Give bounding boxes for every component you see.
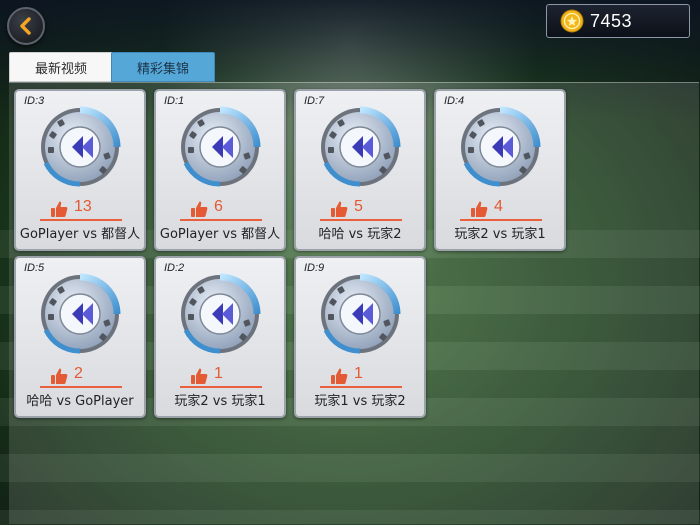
- match-label: 玩家1 vs 玩家2: [314, 394, 406, 409]
- like-count: 1: [354, 365, 363, 382]
- back-button[interactable]: [7, 7, 45, 45]
- like-underline: [180, 219, 262, 221]
- match-label: 玩家2 vs 玩家1: [454, 227, 546, 242]
- film-reel-replay-icon: [461, 106, 541, 187]
- match-label: 玩家2 vs 玩家1: [174, 394, 266, 409]
- like-count: 2: [74, 365, 83, 382]
- like-underline: [320, 386, 402, 388]
- video-card[interactable]: ID:2 1 玩家2 vs 玩家1: [154, 256, 286, 418]
- film-reel-replay-icon: [181, 273, 261, 354]
- like-row: 6: [180, 198, 262, 221]
- match-label: 哈哈 vs 玩家2: [318, 227, 402, 242]
- like-underline: [320, 219, 402, 221]
- like-count: 1: [214, 365, 223, 382]
- video-card[interactable]: ID:4 4 玩家2 vs 玩家1: [434, 89, 566, 251]
- match-label: GoPlayer vs 都督人: [19, 227, 141, 242]
- thumbs-up-icon[interactable]: [330, 200, 348, 218]
- film-reel-replay-icon: [41, 273, 121, 354]
- gold-coin-icon: [560, 9, 584, 33]
- like-underline: [40, 386, 122, 388]
- video-card[interactable]: ID:1 6 GoPlayer vs 都督人: [154, 89, 286, 251]
- film-reel-replay-icon: [321, 273, 401, 354]
- like-row: 4: [460, 198, 542, 221]
- film-reel-replay-icon: [181, 106, 261, 187]
- like-underline: [180, 386, 262, 388]
- like-underline: [40, 219, 122, 221]
- like-row: 1: [180, 365, 262, 388]
- tab-highlights[interactable]: 精彩集锦: [111, 52, 215, 82]
- film-reel-replay-icon: [41, 106, 121, 187]
- thumbs-up-icon[interactable]: [190, 367, 208, 385]
- thumbs-up-icon[interactable]: [190, 200, 208, 218]
- tab-latest-videos[interactable]: 最新视频: [9, 52, 113, 82]
- video-card[interactable]: ID:5 2 哈哈 vs GoPlayer: [14, 256, 146, 418]
- thumbs-up-icon[interactable]: [50, 367, 68, 385]
- like-count: 13: [74, 198, 92, 215]
- like-row: 2: [40, 365, 122, 388]
- coin-count: 7453: [590, 10, 633, 31]
- like-row: 5: [320, 198, 402, 221]
- thumbs-up-icon[interactable]: [470, 200, 488, 218]
- thumbs-up-icon[interactable]: [330, 367, 348, 385]
- like-count: 5: [354, 198, 363, 215]
- chevron-left-icon: [20, 17, 31, 35]
- like-count: 6: [214, 198, 223, 215]
- coin-balance: 7453: [546, 4, 690, 38]
- thumbs-up-icon[interactable]: [50, 200, 68, 218]
- match-label: 哈哈 vs GoPlayer: [26, 394, 134, 409]
- film-reel-replay-icon: [321, 106, 401, 187]
- match-label: GoPlayer vs 都督人: [159, 227, 281, 242]
- video-card[interactable]: ID:3 13 GoPlayer vs 都督人: [14, 89, 146, 251]
- like-underline: [460, 219, 542, 221]
- video-card[interactable]: ID:9 1 玩家1 vs 玩家2: [294, 256, 426, 418]
- like-row: 13: [40, 198, 122, 221]
- video-card[interactable]: ID:7 5 哈哈 vs 玩家2: [294, 89, 426, 251]
- like-row: 1: [320, 365, 402, 388]
- like-count: 4: [494, 198, 503, 215]
